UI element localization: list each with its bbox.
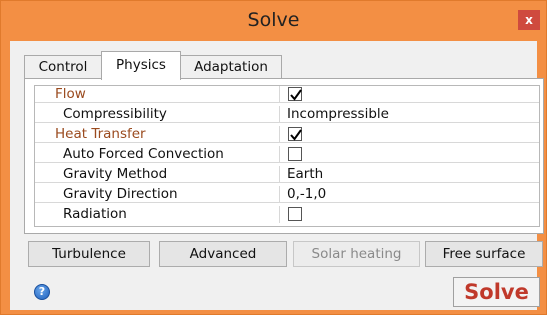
property-name: Heat Transfer bbox=[35, 126, 280, 143]
check-icon bbox=[290, 129, 302, 141]
dialog-client-area: Control Physics Adaptation Flow Compress… bbox=[10, 41, 544, 310]
property-name: Compressibility bbox=[35, 106, 280, 123]
heat-transfer-checkbox[interactable] bbox=[288, 127, 302, 141]
close-icon: x bbox=[525, 13, 533, 27]
gravity-method-value[interactable]: Earth bbox=[287, 166, 537, 183]
tab-control[interactable]: Control bbox=[24, 55, 102, 79]
property-row-flow[interactable]: Flow bbox=[35, 86, 539, 103]
property-row-gravity-method[interactable]: Gravity Method Earth bbox=[35, 166, 539, 183]
solve-dialog: Solve x Control Physics Adaptation Flow bbox=[0, 0, 547, 315]
property-name: Flow bbox=[35, 86, 280, 103]
solar-heating-button[interactable]: Solar heating bbox=[293, 241, 420, 267]
property-name: Gravity Method bbox=[35, 166, 280, 183]
gravity-direction-value[interactable]: 0,-1,0 bbox=[287, 186, 537, 203]
tab-physics[interactable]: Physics bbox=[101, 51, 181, 80]
property-name: Radiation bbox=[35, 206, 280, 223]
property-value bbox=[287, 146, 537, 163]
turbulence-button[interactable]: Turbulence bbox=[28, 241, 150, 267]
title-bar[interactable]: Solve x bbox=[1, 1, 546, 41]
property-value bbox=[287, 206, 537, 223]
tab-adaptation[interactable]: Adaptation bbox=[180, 55, 282, 79]
property-name: Gravity Direction bbox=[35, 186, 280, 203]
window-title: Solve bbox=[247, 9, 300, 31]
check-icon bbox=[290, 89, 302, 101]
free-surface-button[interactable]: Free surface bbox=[425, 241, 543, 267]
solve-button[interactable]: Solve bbox=[453, 277, 540, 307]
property-row-heat-transfer[interactable]: Heat Transfer bbox=[35, 126, 539, 143]
property-row-gravity-direction[interactable]: Gravity Direction 0,-1,0 bbox=[35, 186, 539, 203]
close-button[interactable]: x bbox=[518, 10, 540, 30]
advanced-button[interactable]: Advanced bbox=[159, 241, 287, 267]
property-row-compressibility[interactable]: Compressibility Incompressible bbox=[35, 106, 539, 123]
property-grid: Flow Compressibility Incompressible Heat… bbox=[34, 85, 540, 227]
flow-checkbox[interactable] bbox=[288, 87, 302, 101]
property-value bbox=[287, 126, 537, 143]
property-row-radiation[interactable]: Radiation bbox=[35, 206, 539, 223]
property-name: Auto Forced Convection bbox=[35, 146, 280, 163]
compressibility-value[interactable]: Incompressible bbox=[287, 106, 537, 123]
auto-forced-convection-checkbox[interactable] bbox=[288, 147, 302, 161]
help-icon[interactable]: ? bbox=[34, 284, 50, 300]
physics-tab-panel: Flow Compressibility Incompressible Heat… bbox=[24, 78, 544, 234]
radiation-checkbox[interactable] bbox=[288, 207, 302, 221]
property-row-auto-forced-convection[interactable]: Auto Forced Convection bbox=[35, 146, 539, 163]
property-value bbox=[287, 86, 537, 103]
